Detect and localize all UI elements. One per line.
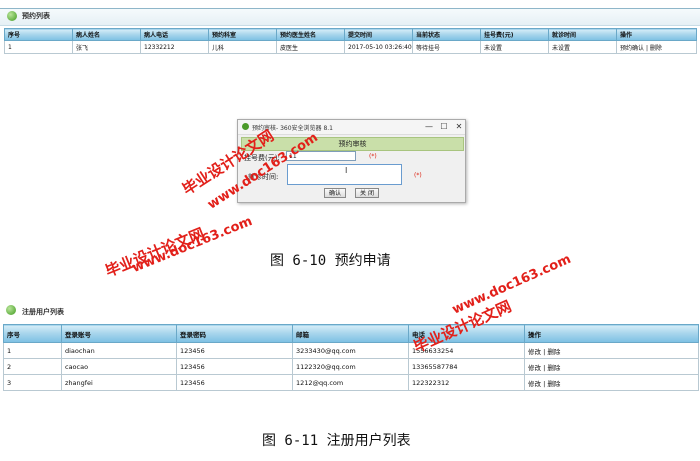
cell-dept: 儿科 [208,40,277,54]
cell-ops: 修改 | 删除 [524,342,699,359]
cell-visit: 未设置 [548,40,617,54]
cell-email: 1122320@qq.com [292,358,409,375]
cell-password: 123456 [176,374,293,391]
cell-no: 3 [3,374,62,391]
cell-no: 1 [3,342,62,359]
cell-account: diaochan [61,342,177,359]
table-row: 2 caocao 123456 1122320@qq.com 133655877… [3,358,699,375]
col-header[interactable]: 预约医生姓名 [276,28,345,41]
cell-password: 123456 [176,358,293,375]
col-header[interactable]: 病人电话 [140,28,209,41]
cell-status: 等待挂号 [412,40,481,54]
maximize-icon[interactable]: ☐ [439,122,449,132]
cell-no: 2 [3,358,62,375]
edit-link[interactable]: 修改 [528,364,541,372]
cell-doctor: 皮医生 [276,40,345,54]
appointment-list-title: 预约列表 [22,12,50,20]
col-header[interactable]: 序号 [4,28,73,41]
cell-account: caocao [61,358,177,375]
col-header[interactable]: 提交时间 [344,28,413,41]
caption-figure-6-11: 图 6-11 注册用户列表 [262,433,411,449]
ops-separator: | [645,44,648,52]
delete-link[interactable]: 删除 [650,45,662,52]
close-button[interactable]: 关 闭 [355,188,379,198]
fee-required-mark: (*) [369,153,377,160]
appointment-list-header: 预约列表 [0,8,700,26]
col-header[interactable]: 操作 [616,28,697,41]
edit-link[interactable]: 修改 [528,348,541,356]
dialog-title-extra: - 360安全浏览器 8.1 [276,125,333,132]
cell-no: 1 [4,40,73,54]
col-header[interactable]: 邮箱 [292,324,409,343]
minimize-icon[interactable]: — [424,122,434,132]
cell-ops: 预约确认 | 删除 [616,40,697,54]
edit-link[interactable]: 修改 [528,380,541,388]
delete-link[interactable]: 删除 [547,380,560,388]
delete-link[interactable]: 删除 [547,364,560,372]
col-header[interactable]: 预约科室 [208,28,277,41]
confirm-appointment-link[interactable]: 预约确认 [620,45,644,52]
appointment-screenshot: 预约列表 序号 病人姓名 病人电话 预约科室 预约医生姓名 提交时间 当前状态 … [0,0,700,233]
cell-name: 张飞 [72,40,141,54]
users-screenshot: 注册用户列表 序号 登录账号 登录密码 邮箱 电话 操作 1 diaochan … [0,298,700,398]
cell-phone: 122322312 [408,374,525,391]
close-icon[interactable]: ✕ [454,122,464,132]
cell-fee: 未设置 [480,40,549,54]
confirm-button[interactable]: 确认 [324,188,346,198]
caption-figure-6-10: 图 6-10 预约申请 [270,253,391,269]
appointment-table: 序号 病人姓名 病人电话 预约科室 预约医生姓名 提交时间 当前状态 挂号费(元… [4,28,697,54]
browser-icon [242,123,249,130]
col-header[interactable]: 病人姓名 [72,28,141,41]
delete-link[interactable]: 删除 [547,348,560,356]
users-table: 序号 登录账号 登录密码 邮箱 电话 操作 1 diaochan 123456 … [3,324,699,391]
appointment-table-header-row: 序号 病人姓名 病人电话 预约科室 预约医生姓名 提交时间 当前状态 挂号费(元… [4,28,697,41]
users-table-header-row: 序号 登录账号 登录密码 邮箱 电话 操作 [3,324,699,343]
users-list-title: 注册用户列表 [22,308,64,316]
col-header[interactable]: 挂号费(元) [480,28,549,41]
text-cursor-icon: I [345,166,348,175]
cell-password: 123456 [176,342,293,359]
cell-time: 2017-05-10 03:26:40 [344,40,413,54]
panel-plus-icon [6,305,16,315]
cell-ops: 修改 | 删除 [524,374,699,391]
col-header[interactable]: 登录账号 [61,324,177,343]
panel-plus-icon [7,11,17,21]
ops-separator: | [543,347,546,356]
col-header[interactable]: 就诊时间 [548,28,617,41]
dialog-titlebar[interactable]: 预约审核- 360安全浏览器 8.1 — ☐ ✕ [238,120,465,135]
table-row: 1 张飞 12332212 儿科 皮医生 2017-05-10 03:26:40… [4,40,697,54]
ops-separator: | [543,363,546,372]
cell-phone: 12332212 [140,40,209,54]
cell-phone: 13365587784 [408,358,525,375]
cell-email: 3233430@qq.com [292,342,409,359]
col-header[interactable]: 序号 [3,324,62,343]
table-row: 1 diaochan 123456 3233430@qq.com 1556633… [3,342,699,359]
col-header[interactable]: 登录密码 [176,324,293,343]
cell-email: 1212@qq.com [292,374,409,391]
col-header[interactable]: 操作 [524,324,699,343]
table-row: 3 zhangfei 123456 1212@qq.com 122322312 … [3,374,699,391]
ops-separator: | [543,379,546,388]
visit-time-required-mark: (*) [414,172,422,179]
col-header[interactable]: 当前状态 [412,28,481,41]
cell-ops: 修改 | 删除 [524,358,699,375]
cell-account: zhangfei [61,374,177,391]
